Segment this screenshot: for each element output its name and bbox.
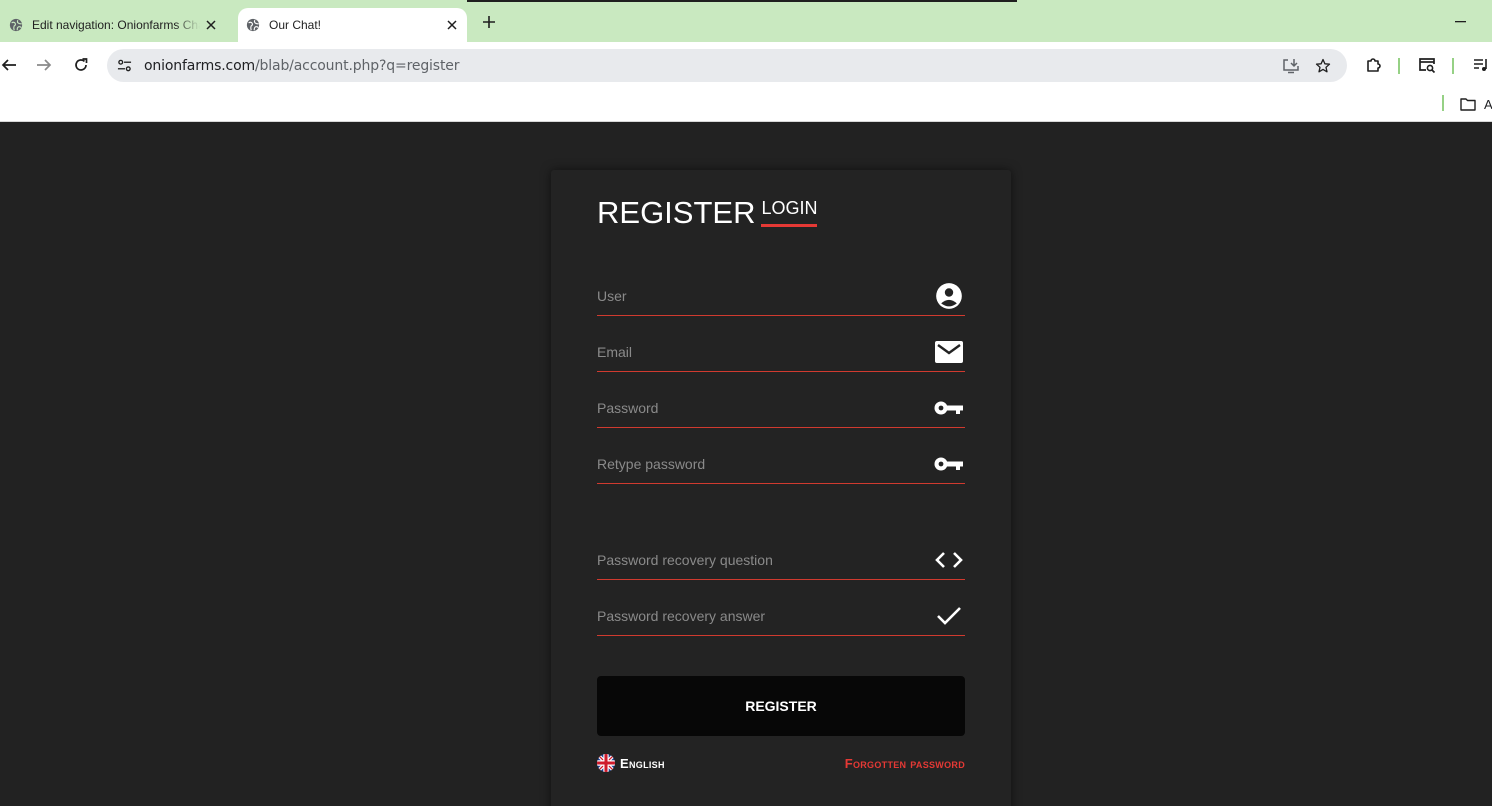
password-input[interactable] [597, 388, 927, 427]
retype-password-field [597, 444, 965, 484]
tune-icon [117, 59, 132, 72]
form-header: REGISTER LOGIN [597, 195, 818, 231]
account-circle-icon [933, 283, 965, 309]
login-link[interactable]: LOGIN [761, 198, 818, 227]
globe-icon [246, 18, 260, 32]
user-input[interactable] [597, 276, 927, 315]
language-label: English [620, 755, 665, 771]
tab-strip: Edit navigation: Onionfarms Chat Our Cha… [0, 0, 1492, 42]
key-icon [933, 395, 965, 421]
register-button[interactable]: REGISTER [597, 676, 965, 736]
address-bar[interactable]: onionfarms.com/blab/account.php?q=regist… [107, 49, 1347, 82]
close-tab-icon[interactable] [443, 16, 461, 34]
key-icon [933, 451, 965, 477]
toolbar-separator [1398, 58, 1400, 74]
url-path: /blab/account.php?q=register [254, 58, 460, 74]
puzzle-icon [1367, 58, 1381, 72]
forgotten-password-link[interactable]: Forgotten password [845, 756, 965, 771]
password-field [597, 388, 965, 428]
bookmark-folder[interactable]: A [1460, 93, 1492, 115]
email-input[interactable] [597, 332, 927, 371]
globe-icon [9, 18, 23, 32]
uk-flag-icon [597, 754, 615, 772]
tab-search-icon [1419, 58, 1436, 74]
mail-icon [933, 339, 965, 365]
tab-search-button[interactable] [1415, 53, 1439, 77]
recovery-answer-input[interactable] [597, 596, 927, 635]
plus-icon [483, 16, 495, 28]
install-app-button[interactable] [1280, 55, 1302, 77]
media-controls-button[interactable] [1469, 53, 1492, 77]
retype-password-input[interactable] [597, 444, 927, 483]
email-field [597, 332, 965, 372]
minimize-window-button[interactable] [1449, 11, 1471, 33]
forward-button[interactable] [32, 53, 56, 77]
reload-button[interactable] [69, 53, 93, 77]
page-content: REGISTER LOGIN User Email Password recov… [0, 123, 1492, 806]
url-host: onionfarms.com [144, 58, 255, 74]
tab-our-chat[interactable]: Our Chat! [238, 8, 467, 42]
recovery-answer-field [597, 596, 965, 636]
new-tab-button[interactable] [478, 11, 500, 33]
bookmarks-bar: A [0, 88, 1492, 122]
register-heading: REGISTER [597, 195, 756, 230]
code-icon [933, 547, 965, 573]
check-icon [933, 603, 965, 629]
language-selector[interactable]: English [597, 754, 665, 772]
url-text: onionfarms.com/blab/account.php?q=regist… [144, 58, 460, 74]
tab-title: Edit navigation: Onionfarms Chat [32, 18, 200, 32]
minimize-icon [1454, 21, 1466, 23]
toolbar-separator [1452, 58, 1454, 74]
tab-edit-navigation[interactable]: Edit navigation: Onionfarms Chat [0, 8, 234, 42]
playlist-icon [1474, 59, 1487, 71]
bookmark-star-button[interactable] [1312, 55, 1334, 77]
reload-icon [75, 58, 88, 71]
folder-icon [1460, 98, 1476, 111]
browser-toolbar: onionfarms.com/blab/account.php?q=regist… [0, 42, 1492, 88]
bookmarks-separator [1442, 95, 1444, 111]
recovery-question-field [597, 540, 965, 580]
install-icon [1283, 59, 1299, 74]
arrow-left-icon [1, 59, 16, 71]
bookmark-folder-label: A [1484, 96, 1492, 112]
arrow-right-icon [37, 59, 52, 71]
site-info-button[interactable] [114, 55, 135, 76]
star-icon [1315, 58, 1331, 73]
user-field [597, 276, 965, 316]
back-button[interactable] [0, 53, 21, 77]
extensions-button[interactable] [1362, 53, 1386, 77]
tab-title: Our Chat! [269, 18, 322, 32]
close-tab-icon[interactable] [202, 16, 220, 34]
register-card: REGISTER LOGIN User Email Password recov… [551, 170, 1011, 806]
recovery-question-input[interactable] [597, 540, 927, 579]
window-edge [467, 0, 1017, 2]
